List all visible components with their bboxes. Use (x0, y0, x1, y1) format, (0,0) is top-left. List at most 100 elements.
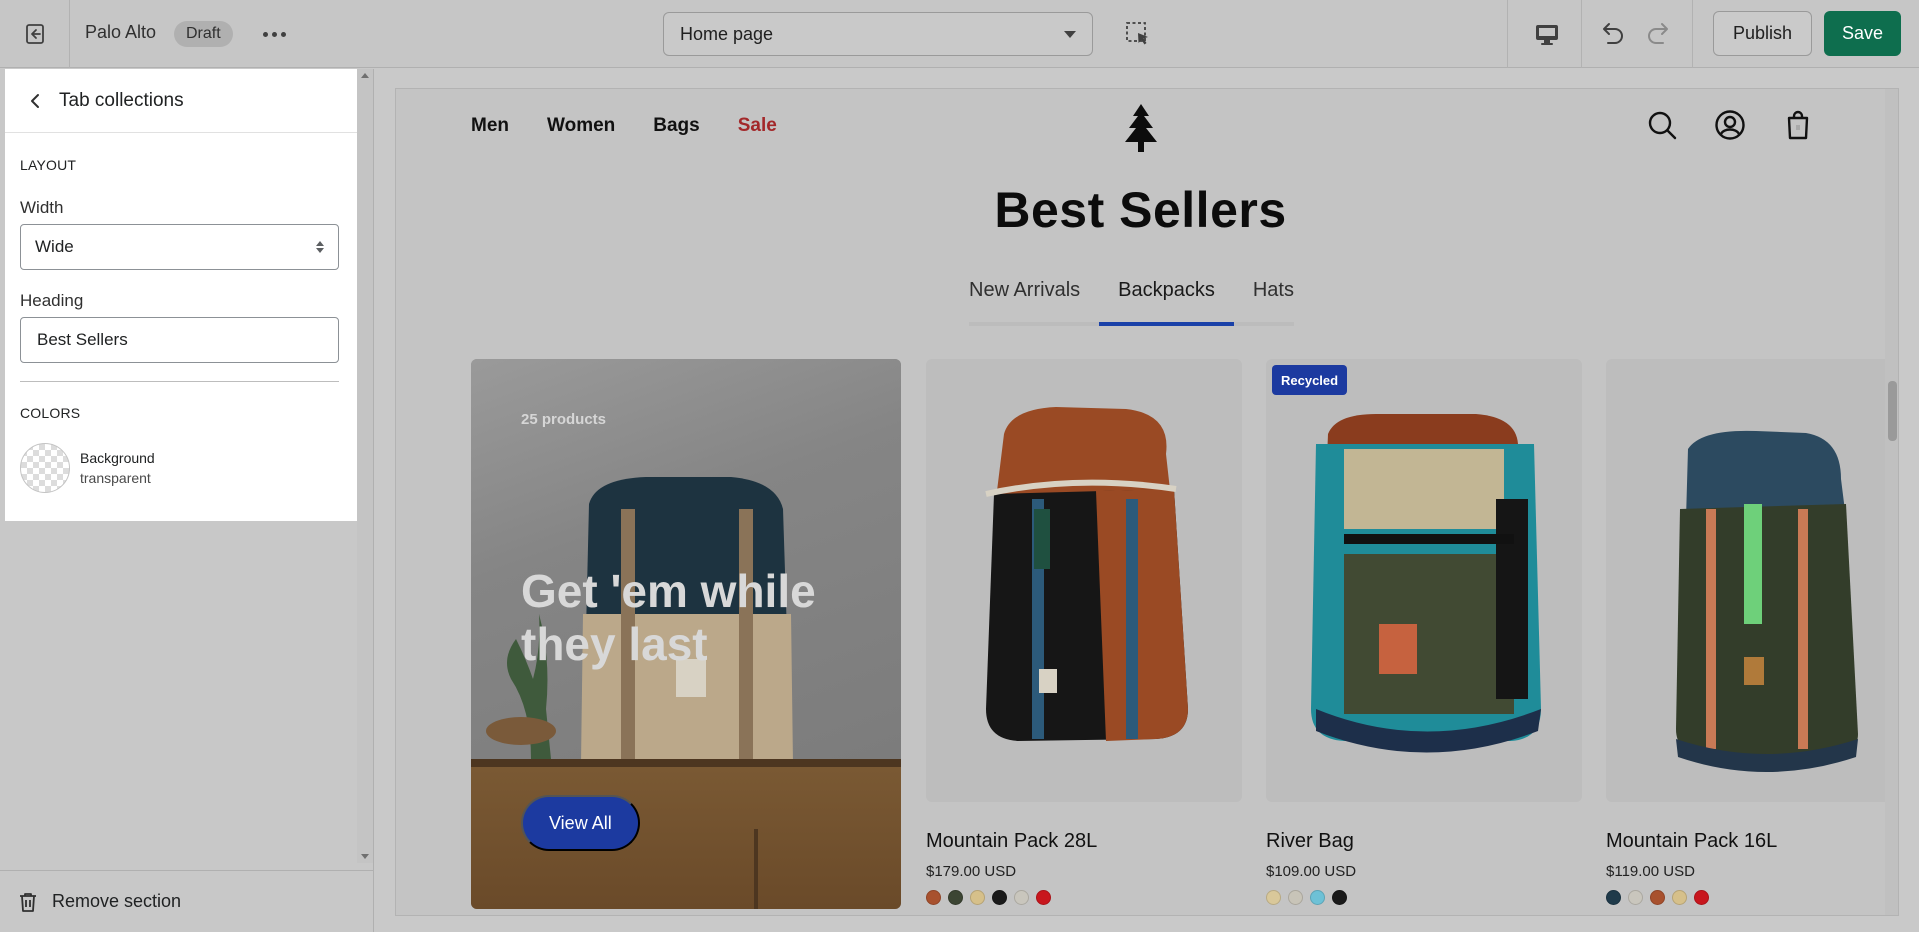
scroll-up-icon (361, 73, 369, 78)
undo-button[interactable] (1596, 18, 1628, 50)
panel-title: Tab collections (59, 89, 184, 111)
color-swatch[interactable] (1266, 890, 1281, 905)
topbar-divider (1581, 0, 1582, 68)
tab-hats[interactable]: Hats (1233, 279, 1294, 326)
product-image[interactable] (1606, 359, 1898, 802)
tab-new-arrivals[interactable]: New Arrivals (969, 279, 1100, 326)
nav-link-women[interactable]: Women (547, 115, 615, 137)
color-swatch[interactable] (926, 890, 941, 905)
width-select[interactable]: Wide (20, 224, 339, 270)
store-nav: Men Women Bags Sale (471, 115, 777, 137)
section-heading: Best Sellers (994, 182, 1287, 238)
redo-button[interactable] (1643, 18, 1675, 50)
save-button[interactable]: Save (1824, 11, 1901, 56)
color-swatch[interactable] (1036, 890, 1051, 905)
desktop-icon (1536, 25, 1558, 45)
layout-heading: LAYOUT (20, 157, 77, 173)
ellipsis-icon (271, 31, 277, 37)
recycled-badge: Recycled (1272, 365, 1348, 395)
storefront-preview: Men Women Bags Sale Best Sellers New Arr… (395, 88, 1899, 916)
more-actions-button[interactable] (258, 20, 290, 48)
nav-link-sale[interactable]: Sale (738, 115, 777, 137)
backpack-image (1311, 414, 1541, 753)
remove-section-label: Remove section (52, 891, 182, 911)
desktop-view-button[interactable] (1532, 20, 1562, 50)
product-price: $119.00 USD (1606, 863, 1695, 880)
ellipsis-icon (280, 31, 286, 37)
topbar-divider (1692, 0, 1693, 68)
account-button[interactable] (1714, 109, 1746, 141)
search-icon (1648, 111, 1677, 140)
collection-promo-card[interactable]: 25 products Get 'em while they last View… (471, 359, 901, 909)
product-card[interactable]: Mountain Pack 28L $179.00 USD (926, 359, 1242, 905)
preview-scrollbar-thumb[interactable] (1888, 381, 1897, 441)
color-swatch[interactable] (970, 890, 985, 905)
exit-editor-button[interactable] (18, 18, 52, 50)
topbar-divider (1507, 0, 1508, 68)
color-swatch[interactable] (1014, 890, 1029, 905)
settings-panel: Tab collections LAYOUT Width Wide Headin… (5, 69, 357, 521)
color-swatches (1606, 890, 1898, 905)
chevron-down-icon (1064, 30, 1076, 38)
color-swatches (926, 890, 1242, 905)
inspector-toggle-button[interactable] (1122, 18, 1154, 50)
product-card[interactable]: Recycled River Bag $109.00 USD (1266, 359, 1582, 905)
section-divider (20, 381, 339, 382)
color-swatch[interactable] (948, 890, 963, 905)
color-swatch[interactable] (1672, 890, 1687, 905)
background-color-swatch[interactable] (20, 443, 70, 493)
product-price: $109.00 USD (1266, 863, 1357, 880)
account-icon (1715, 110, 1745, 140)
product-price: $179.00 USD (926, 863, 1017, 880)
sidebar-scrollbar[interactable] (357, 69, 373, 863)
cart-button[interactable] (1782, 109, 1814, 141)
tab-label: Backpacks (1118, 279, 1215, 301)
section-settings-sidebar: Tab collections LAYOUT Width Wide Headin… (0, 69, 374, 932)
background-color-label: Background (80, 450, 155, 466)
chevron-left-icon (31, 93, 39, 108)
page-template-select[interactable]: Home page (663, 12, 1093, 56)
editor-topbar: Palo Alto Draft Home page Publish Save (0, 0, 1919, 68)
color-swatch[interactable] (1628, 890, 1643, 905)
undo-icon (1603, 23, 1623, 44)
redo-icon (1648, 23, 1668, 44)
product-name[interactable]: Mountain Pack 28L (926, 830, 1242, 853)
heading-label: Heading (20, 291, 84, 310)
nav-link-bags[interactable]: Bags (653, 115, 699, 137)
product-image[interactable]: Recycled (1266, 359, 1582, 802)
width-label: Width (20, 198, 64, 217)
nav-link-men[interactable]: Men (471, 115, 509, 137)
exit-icon (26, 24, 44, 44)
color-swatch[interactable] (992, 890, 1007, 905)
collection-tabs: New Arrivals Backpacks Hats (969, 279, 1294, 326)
header-icons (1646, 109, 1814, 141)
search-button[interactable] (1646, 109, 1678, 141)
color-swatch[interactable] (1650, 890, 1665, 905)
view-all-button[interactable]: View All (521, 795, 640, 851)
color-swatch[interactable] (1606, 890, 1621, 905)
width-value: Wide (35, 237, 74, 256)
color-swatch[interactable] (1310, 890, 1325, 905)
back-button[interactable] (23, 89, 47, 113)
background-color-value: transparent (80, 470, 151, 486)
color-swatch[interactable] (1288, 890, 1303, 905)
backpack-image (985, 407, 1188, 741)
color-swatch[interactable] (1332, 890, 1347, 905)
tab-backpacks[interactable]: Backpacks (1099, 279, 1234, 326)
color-swatch[interactable] (1694, 890, 1709, 905)
promo-heading: Get 'em while they last (521, 565, 816, 670)
store-logo[interactable] (1119, 102, 1163, 154)
product-name[interactable]: River Bag (1266, 830, 1582, 853)
product-name[interactable]: Mountain Pack 16L (1606, 830, 1898, 853)
product-card[interactable]: Mountain Pack 16L $119.00 USD (1606, 359, 1898, 905)
promo-product-count: 25 products (521, 411, 607, 428)
preview-scrollbar[interactable] (1885, 89, 1898, 915)
publish-button[interactable]: Publish (1713, 11, 1812, 56)
heading-input[interactable]: Best Sellers (20, 317, 339, 363)
heading-input-value: Best Sellers (37, 330, 128, 349)
remove-section-button[interactable]: Remove section (0, 870, 374, 932)
backpack-image (1676, 430, 1858, 772)
store-name: Palo Alto (85, 22, 157, 42)
select-arrows-icon (316, 241, 324, 253)
product-image[interactable] (926, 359, 1242, 802)
